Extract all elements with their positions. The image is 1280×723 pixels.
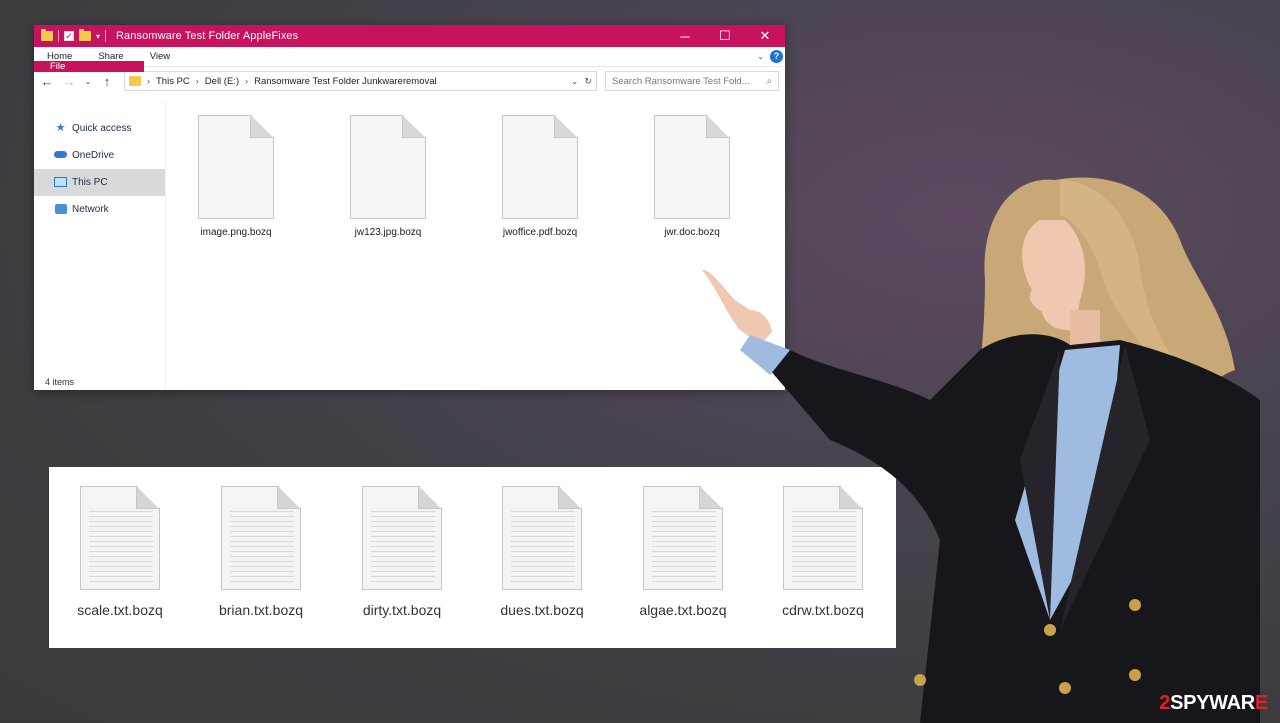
watermark-prefix: 2 [1159,692,1171,714]
file-item[interactable]: jw123.jpg.bozq [333,115,443,238]
file-name: jwoffice.pdf.bozq [502,227,578,238]
folder-icon [129,76,141,86]
refresh-icon[interactable]: ↻ [584,76,592,87]
file-item[interactable]: brian.txt.bozq [196,486,326,618]
back-arrow-icon[interactable]: ← [40,74,54,89]
navigation-pane: ★ Quick access OneDrive This PC Network [34,101,166,390]
text-file-icon [80,486,160,590]
properties-icon[interactable]: ✓ [64,31,74,41]
file-item[interactable]: scale.txt.bozq [55,486,185,618]
text-file-icon [502,486,582,590]
sidebar-item-label: This PC [72,177,108,188]
close-button[interactable]: ✕ [745,25,785,47]
text-file-icon [362,486,442,590]
presenter-illustration [702,177,1260,723]
file-name: dues.txt.bozq [500,602,584,618]
network-icon [54,204,67,215]
sidebar-item-label: Network [72,204,109,215]
up-arrow-icon[interactable]: ↑ [100,74,114,89]
breadcrumb-current-folder[interactable]: Ransomware Test Folder Junkwareremoval [254,76,437,87]
breadcrumb-chevron-icon[interactable]: › [147,76,150,86]
text-file-icon [221,486,301,590]
explorer-content: ★ Quick access OneDrive This PC Network … [34,101,785,390]
tab-file[interactable]: File [34,61,144,72]
status-bar: 4 items [45,377,75,387]
watermark-suffix: E [1254,692,1268,714]
ribbon-tabs: File Home Share View ⌄ ? [34,47,785,72]
file-name: dirty.txt.bozq [362,602,442,618]
recent-locations-chevron-icon[interactable]: ⌄ [84,77,92,86]
file-item[interactable]: image.png.bozq [181,115,291,238]
monitor-icon [54,177,67,188]
file-item[interactable]: dues.txt.bozq [477,486,607,618]
minimize-button[interactable]: ─ [665,25,705,47]
breadcrumb-chevron-icon[interactable]: › [196,76,199,86]
blank-file-icon [198,115,274,219]
file-name: image.png.bozq [200,227,272,238]
blank-file-icon [350,115,426,219]
new-folder-icon[interactable] [79,29,91,41]
file-item[interactable]: jwoffice.pdf.bozq [485,115,595,238]
breadcrumb-dell-drive[interactable]: Dell (E:) [205,76,239,87]
watermark-logo: 2SPYWARE [1159,692,1268,715]
sidebar-item-label: OneDrive [72,150,115,161]
quick-access-toolbar: ✓ ▾ [34,29,107,42]
navigation-bar: ← → ⌄ ↑ › This PC › Dell (E:) › Ransomwa… [34,67,785,95]
sidebar-item-label: Quick access [72,123,132,134]
search-input[interactable]: Search Ransomware Test Fold... ⌕ [605,71,779,91]
customize-toolbar-chevron-icon[interactable]: ▾ [96,32,100,41]
search-placeholder: Search Ransomware Test Fold... [612,75,750,87]
sidebar-item-network[interactable]: Network [34,196,165,223]
sidebar-item-this-pc[interactable]: This PC [34,169,165,196]
watermark-brand: SPYWAR [1170,692,1255,714]
forward-arrow-icon[interactable]: → [62,74,76,89]
help-icon[interactable]: ? [770,50,783,63]
cloud-icon [54,150,67,161]
sidebar-item-quick-access[interactable]: ★ Quick access [34,115,165,142]
file-name: jw123.jpg.bozq [354,227,422,238]
toolbar-divider [58,30,59,42]
toolbar-divider [105,30,107,42]
star-icon: ★ [55,122,66,134]
explorer-window: ✓ ▾ Ransomware Test Folder AppleFixes ─ … [34,25,785,390]
title-bar: ✓ ▾ Ransomware Test Folder AppleFixes ─ … [34,25,785,47]
breadcrumb-chevron-icon[interactable]: › [245,76,248,86]
file-name: brian.txt.bozq [218,602,304,618]
address-bar[interactable]: › This PC › Dell (E:) › Ransomware Test … [124,71,597,91]
window-title: Ransomware Test Folder AppleFixes [116,30,299,42]
file-name: scale.txt.bozq [77,602,163,618]
file-item[interactable]: dirty.txt.bozq [337,486,467,618]
folder-icon[interactable] [41,29,53,41]
address-dropdown-chevron-icon[interactable]: ⌄ [571,76,579,87]
blank-file-icon [502,115,578,219]
search-icon[interactable]: ⌕ [767,76,772,87]
sidebar-item-onedrive[interactable]: OneDrive [34,142,165,169]
breadcrumb-this-pc[interactable]: This PC [156,76,190,87]
expand-ribbon-chevron-icon[interactable]: ⌄ [757,52,764,61]
maximize-button[interactable]: ☐ [705,25,745,47]
